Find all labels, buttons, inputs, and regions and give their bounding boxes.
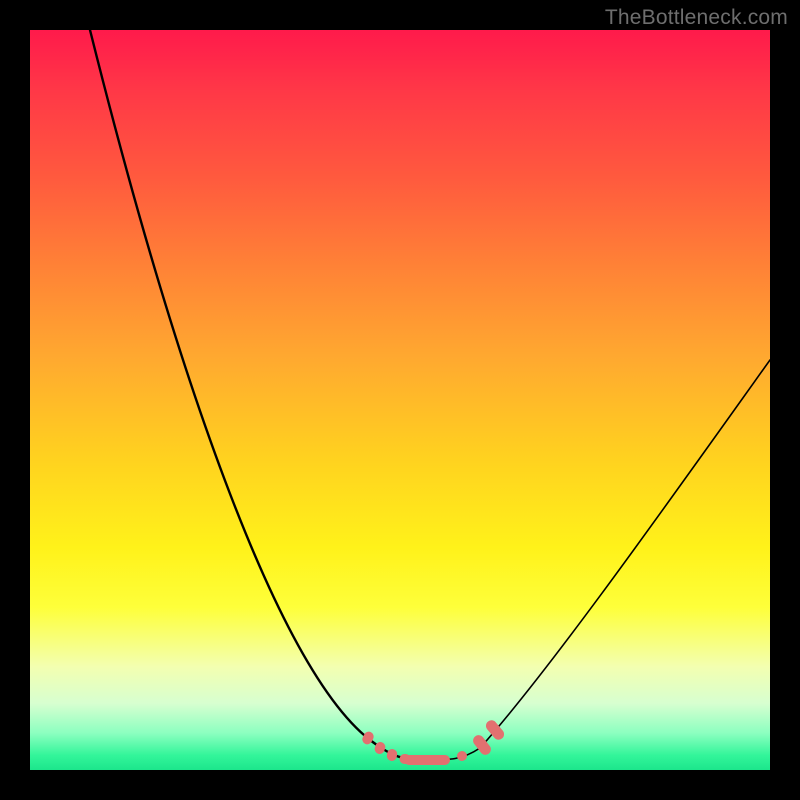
curve-left xyxy=(90,30,425,760)
marker-bar xyxy=(404,755,450,765)
curve-right xyxy=(425,360,770,760)
marker-dot xyxy=(386,748,398,762)
curve-layer xyxy=(30,30,770,770)
marker-dot xyxy=(456,750,468,762)
watermark-text: TheBottleneck.com xyxy=(605,6,788,30)
valley-markers xyxy=(361,718,507,765)
plot-area xyxy=(30,30,770,770)
chart-frame: TheBottleneck.com xyxy=(0,0,800,800)
